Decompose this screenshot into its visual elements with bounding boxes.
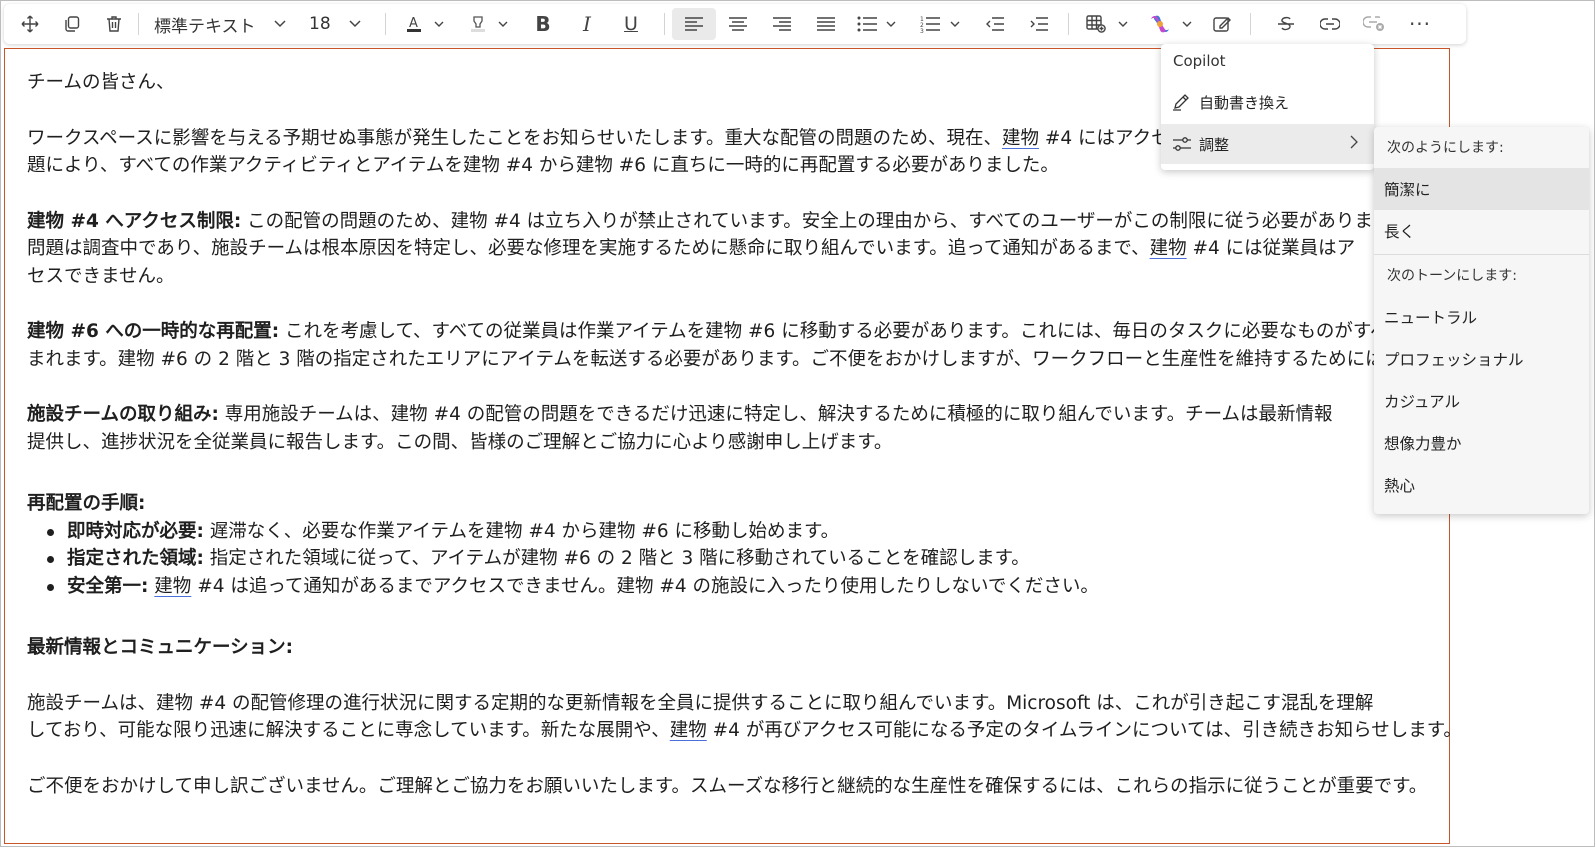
- make-longer-option[interactable]: 長く: [1374, 210, 1589, 252]
- decrease-indent-icon[interactable]: [979, 8, 1011, 40]
- insert-table-icon[interactable]: [1080, 8, 1112, 40]
- text-style-value: 標準テキスト: [154, 16, 256, 37]
- section-text: セスできません。: [27, 265, 175, 287]
- font-size-value: 18: [309, 14, 331, 34]
- section-heading: 建物 #6 への一時的な再配置:: [27, 321, 280, 342]
- list-item-text: 指定された領域に従って、アイテムが建物 #6 の 2 階と 3 階に移動されてい…: [203, 548, 1030, 569]
- section-text: これを考慮して、すべての従業員は作業アイテムを建物 #6 に移動する必要がありま…: [279, 321, 1389, 342]
- chevron-down-icon[interactable]: [948, 8, 962, 40]
- menu-divider: [1374, 254, 1589, 255]
- list-item-title: 即時対応が必要:: [67, 520, 204, 542]
- link-icon[interactable]: [1314, 8, 1346, 40]
- auto-rewrite-menu-item[interactable]: 自動書き換え: [1161, 82, 1374, 122]
- sliders-icon: [1169, 136, 1195, 152]
- paragraph-updates: 施設チームは、建物 #4 の配管修理の進行状況に関する定期的な更新情報を全員に提…: [27, 690, 1462, 745]
- align-left-icon[interactable]: [672, 8, 716, 40]
- section-heading: 再配置の手順:: [27, 493, 146, 514]
- bullet-list-icon[interactable]: [851, 8, 883, 40]
- section-text: この配管の問題のため、建物 #4 は立ち入りが禁止されています。安全上の理由から…: [241, 210, 1373, 232]
- copilot-menu: Copilot 自動書き換え 調整: [1161, 44, 1374, 170]
- increase-indent-icon[interactable]: [1023, 8, 1055, 40]
- spellcheck-word[interactable]: 建物: [154, 576, 191, 597]
- section-heading: 施設チームの取り組み:: [27, 404, 219, 425]
- section-text: まれます。建物 #6 の 2 階と 3 階の指定されたエリアにアイテムを転送する…: [27, 348, 1440, 370]
- section-heading: 最新情報とコミュニケーション:: [27, 637, 294, 658]
- paragraph-text: 施設チームは、建物 #4 の配管修理の進行状況に関する定期的な更新情報を全員に提…: [27, 692, 1374, 714]
- italic-icon[interactable]: I: [571, 8, 603, 40]
- adjust-menu-item[interactable]: 調整: [1161, 124, 1374, 164]
- more-options-icon[interactable]: ···: [1404, 8, 1436, 40]
- copilot-menu-header: Copilot: [1173, 52, 1226, 70]
- list-item-title: 安全第一:: [67, 575, 149, 597]
- section-heading: 建物 #4 へアクセス制限:: [27, 210, 242, 232]
- list-item: 即時対応が必要: 遅滞なく、必要な作業アイテムを建物 #4 から建物 #6 に移…: [47, 518, 1427, 546]
- adjust-submenu: 次のようにします: 簡潔に 長く 次のトーンにします: ニュートラル プロフェッ…: [1374, 127, 1589, 514]
- text-style-select[interactable]: 標準テキスト: [154, 8, 294, 40]
- rewrite-pen-icon: [1169, 93, 1195, 111]
- justify-icon[interactable]: [810, 8, 842, 40]
- tone-neutral-option[interactable]: ニュートラル: [1374, 296, 1589, 338]
- underline-icon[interactable]: U: [615, 8, 647, 40]
- relocation-steps-list: 即時対応が必要: 遅滞なく、必要な作業アイテムを建物 #4 から建物 #6 に移…: [27, 518, 1427, 601]
- section-facilities-team: 施設チームの取り組み: 専用施設チームは、建物 #4 の配管の問題をできるだけ迅…: [27, 401, 1427, 456]
- font-size-select[interactable]: 18: [309, 8, 379, 40]
- tone-options-header: 次のトーンにします:: [1387, 268, 1518, 284]
- paragraph-text: しており、可能な限り迅速に解決することに専念しています。新たな展開や、: [27, 720, 670, 741]
- make-concise-option[interactable]: 簡潔に: [1374, 168, 1589, 210]
- chevron-down-icon[interactable]: [1180, 8, 1194, 40]
- numbered-list-icon[interactable]: 123: [914, 8, 946, 40]
- length-options-header: 次のようにします:: [1387, 140, 1504, 156]
- list-item-text: 遅滞なく、必要な作業アイテムを建物 #4 から建物 #6 に移動し始めます。: [203, 520, 840, 542]
- section-text: #4 には従業員はア: [1186, 238, 1356, 259]
- tone-professional-option[interactable]: プロフェッショナル: [1374, 338, 1589, 380]
- copilot-icon[interactable]: [1144, 8, 1176, 40]
- strikethrough-icon[interactable]: [1270, 8, 1302, 40]
- svg-text:A: A: [409, 16, 418, 31]
- font-color-icon[interactable]: A: [399, 8, 429, 40]
- intro-text: ワークスペースに影響を与える予期せぬ事態が発生したことをお知らせいたします。重大…: [27, 127, 1002, 149]
- tone-casual-option[interactable]: カジュアル: [1374, 380, 1589, 422]
- section-relocation: 建物 #6 への一時的な再配置: これを考慮して、すべての従業員は作業アイテムを…: [27, 318, 1439, 373]
- highlighter-icon[interactable]: [463, 8, 493, 40]
- spellcheck-word[interactable]: 建物: [1002, 128, 1039, 149]
- svg-text:3: 3: [920, 28, 924, 33]
- edit-draft-icon[interactable]: [1207, 8, 1239, 40]
- list-item: 指定された領域: 指定された領域に従って、アイテムが建物 #6 の 2 階と 3…: [47, 545, 1427, 573]
- spellcheck-word[interactable]: 建物: [1150, 238, 1187, 259]
- section-text: 提供し、進捗状況を全従業員に報告します。この間、皆様のご理解とご協力に心より感謝…: [27, 431, 893, 453]
- spellcheck-word[interactable]: 建物: [670, 720, 707, 741]
- section-text: 問題は調査中であり、施設チームは根本原因を特定し、必要な修理を実施するために懸命…: [27, 238, 1150, 259]
- tone-imaginative-option[interactable]: 想像力豊か: [1374, 422, 1589, 464]
- document-body[interactable]: チームの皆さん、 ワークスペースに影響を与える予期せぬ事態が発生したことをお知ら…: [27, 69, 1462, 800]
- align-center-icon[interactable]: [722, 8, 754, 40]
- closing-paragraph: ご不便をおかけして申し訳ございません。ご理解とご協力をお願いいたします。スムーズ…: [27, 775, 1428, 797]
- list-item-title: 指定された領域:: [67, 548, 204, 569]
- section-text: 専用施設チームは、建物 #4 の配管の問題をできるだけ迅速に特定し、解決するため…: [218, 404, 1333, 425]
- bold-icon[interactable]: B: [527, 8, 559, 40]
- chevron-down-icon[interactable]: [1116, 8, 1130, 40]
- remove-link-icon[interactable]: [1358, 8, 1390, 40]
- delete-icon[interactable]: [98, 8, 130, 40]
- chevron-down-icon[interactable]: [884, 8, 898, 40]
- align-right-icon[interactable]: [766, 8, 798, 40]
- paragraph-text: #4 が再びアクセス可能になる予定のタイムラインについては、引き続きお知らせしま…: [706, 720, 1462, 741]
- chevron-down-icon: [274, 8, 286, 40]
- tone-enthusiastic-option[interactable]: 熱心: [1374, 464, 1589, 506]
- chevron-down-icon[interactable]: [496, 8, 510, 40]
- move-icon[interactable]: [14, 8, 46, 40]
- chevron-right-icon: [1350, 135, 1358, 153]
- chevron-down-icon: [349, 8, 361, 40]
- list-item: 安全第一: 建物 #4 は追って通知があるまでアクセスできません。建物 #4 の…: [47, 573, 1427, 601]
- section-access-restriction: 建物 #4 へアクセス制限: この配管の問題のため、建物 #4 は立ち入りが禁止…: [27, 208, 1427, 291]
- list-item-text: #4 は追って通知があるまでアクセスできません。建物 #4 の施設に入ったり使用…: [191, 575, 1099, 597]
- formatting-toolbar: 標準テキスト 18 A B I U 123 ···: [4, 4, 1466, 44]
- auto-rewrite-label: 自動書き換え: [1199, 93, 1290, 112]
- copy-icon[interactable]: [56, 8, 88, 40]
- chevron-down-icon[interactable]: [432, 8, 446, 40]
- intro-text: 題により、すべての作業アクティビティとアイテムを建物 #4 から建物 #6 に直…: [27, 155, 1059, 176]
- adjust-label: 調整: [1199, 135, 1230, 154]
